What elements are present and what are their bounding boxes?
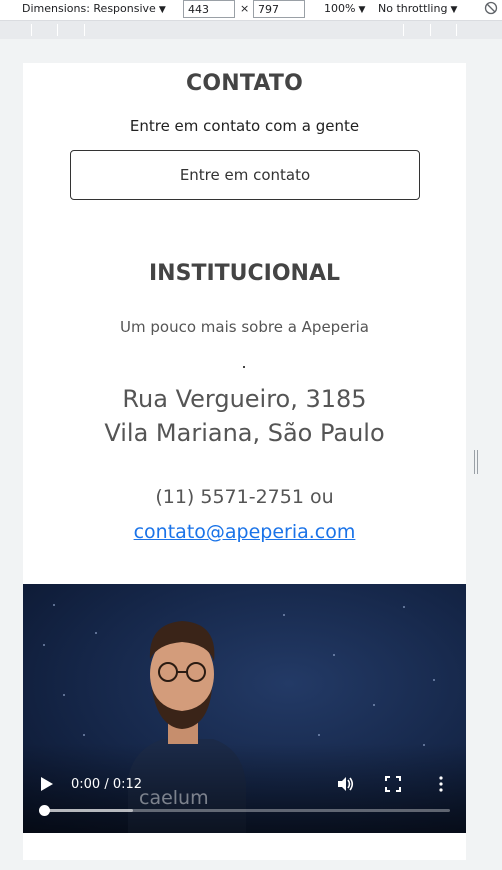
dimensions-dropdown[interactable]: Dimensions: Responsive ▼: [22, 2, 166, 15]
rotate-icon[interactable]: [484, 1, 498, 15]
video-time: 0:00 / 0:12: [71, 777, 143, 792]
chevron-down-icon: ▼: [450, 5, 458, 15]
resize-handle[interactable]: [474, 450, 479, 474]
contact-button[interactable]: Entre em contato: [70, 150, 420, 200]
institucional-subtitle: Um pouco mais sobre a Apeperia: [120, 318, 369, 336]
height-input[interactable]: 797: [253, 0, 305, 18]
dot-separator: [243, 366, 245, 368]
ruler-divider: [57, 24, 58, 36]
chevron-down-icon: ▼: [358, 5, 366, 15]
phone-text: (11) 5571-2751 ou: [155, 486, 334, 508]
address-line-2: Vila Mariana, São Paulo: [104, 419, 385, 447]
media-query-bar[interactable]: [0, 21, 502, 39]
more-options-icon[interactable]: [439, 776, 443, 792]
zoom-dropdown[interactable]: 100% ▼: [324, 2, 365, 15]
ruler-divider: [403, 24, 404, 36]
video-progress-thumb[interactable]: [39, 805, 50, 816]
contato-subtitle: Entre em contato com a gente: [129, 117, 360, 135]
width-input[interactable]: 443: [183, 0, 235, 18]
times-sign: ×: [240, 2, 250, 15]
volume-icon[interactable]: [336, 775, 354, 793]
contato-heading: CONTATO: [186, 71, 303, 96]
video-buffered-bar: [44, 809, 134, 812]
institucional-heading: INSTITUCIONAL: [149, 261, 340, 286]
email-link[interactable]: contato@apeperia.com: [134, 521, 356, 543]
page-viewport: CONTATO Entre em contato com a gente Ent…: [23, 63, 466, 860]
dimensions-label: Dimensions: Responsive: [22, 2, 156, 15]
ruler-divider: [430, 24, 431, 36]
ruler-divider: [84, 24, 85, 36]
ruler-divider: [456, 24, 457, 36]
ruler-divider: [31, 24, 32, 36]
chevron-down-icon: ▼: [158, 5, 166, 15]
address-line-1: Rua Vergueiro, 3185: [122, 385, 367, 413]
devtools-device-toolbar: Dimensions: Responsive ▼ 443 × 797 100% ▼ …: [0, 0, 502, 21]
play-icon[interactable]: [40, 776, 54, 792]
video-player[interactable]: caelum 0:00 / 0:12: [23, 584, 466, 833]
caelum-watermark: caelum: [139, 787, 209, 809]
zoom-label: 100%: [324, 2, 356, 15]
video-progress-track[interactable]: [44, 809, 450, 812]
fullscreen-icon[interactable]: [385, 776, 401, 792]
throttling-label: No throttling: [378, 2, 448, 15]
throttling-dropdown[interactable]: No throttling ▼: [378, 2, 457, 15]
